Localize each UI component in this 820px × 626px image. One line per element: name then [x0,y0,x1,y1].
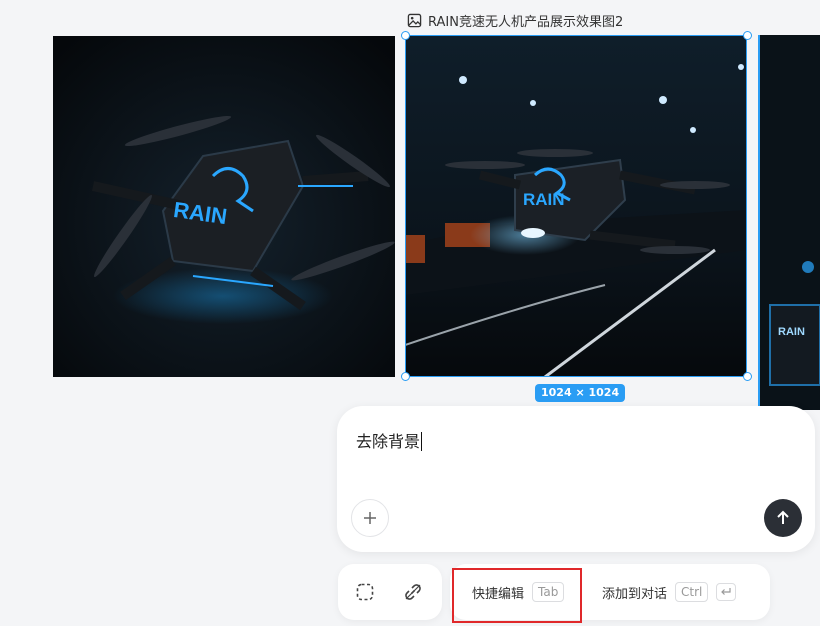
resize-handle-bottom-right[interactable] [743,372,752,381]
add-to-chat-shortcut: Ctrl [675,582,709,602]
image-title: RAIN竞速无人机产品展示效果图2 [428,15,624,30]
quick-edit-shortcut: Tab [532,582,565,602]
arrow-up-icon [777,510,789,524]
add-to-chat-label: 添加到对话 [602,586,668,602]
drone-image-1[interactable]: RAIN [53,36,395,377]
resize-handle-bottom-left[interactable] [401,372,410,381]
action-pill: 快捷编辑 Tab 添加到对话 Ctrl [450,564,770,620]
prompt-box: 去除背景 [337,406,815,552]
add-attachment-button[interactable] [351,499,389,537]
send-button[interactable] [764,499,802,537]
image-icon [407,13,422,28]
enter-key-icon [716,583,737,601]
image-size-badge: 1024 × 1024 [535,384,626,402]
select-tool-button[interactable] [355,582,375,602]
dashed-select-icon [356,583,374,601]
link-icon [405,584,421,600]
plus-icon [364,512,376,524]
image-title-bar: RAIN竞速无人机产品展示效果图2 [407,11,623,30]
link-tool-button[interactable] [403,582,423,602]
resize-handle-top-right[interactable] [743,31,752,40]
tool-pill [338,564,442,620]
text-caret [421,432,423,451]
add-to-chat-button[interactable]: 添加到对话 Ctrl [602,564,737,620]
quick-edit-label: 快捷编辑 [472,586,525,602]
drone-image-2[interactable]: RAIN [405,35,747,377]
prompt-input-value: 去除背景 [356,432,421,451]
svg-text:RAIN: RAIN [778,326,805,338]
drone-image-3[interactable]: RAIN [758,35,820,410]
prompt-input[interactable]: 去除背景 [356,428,423,452]
resize-handle-top-left[interactable] [401,31,410,40]
quick-edit-button[interactable]: 快捷编辑 Tab [472,564,565,620]
